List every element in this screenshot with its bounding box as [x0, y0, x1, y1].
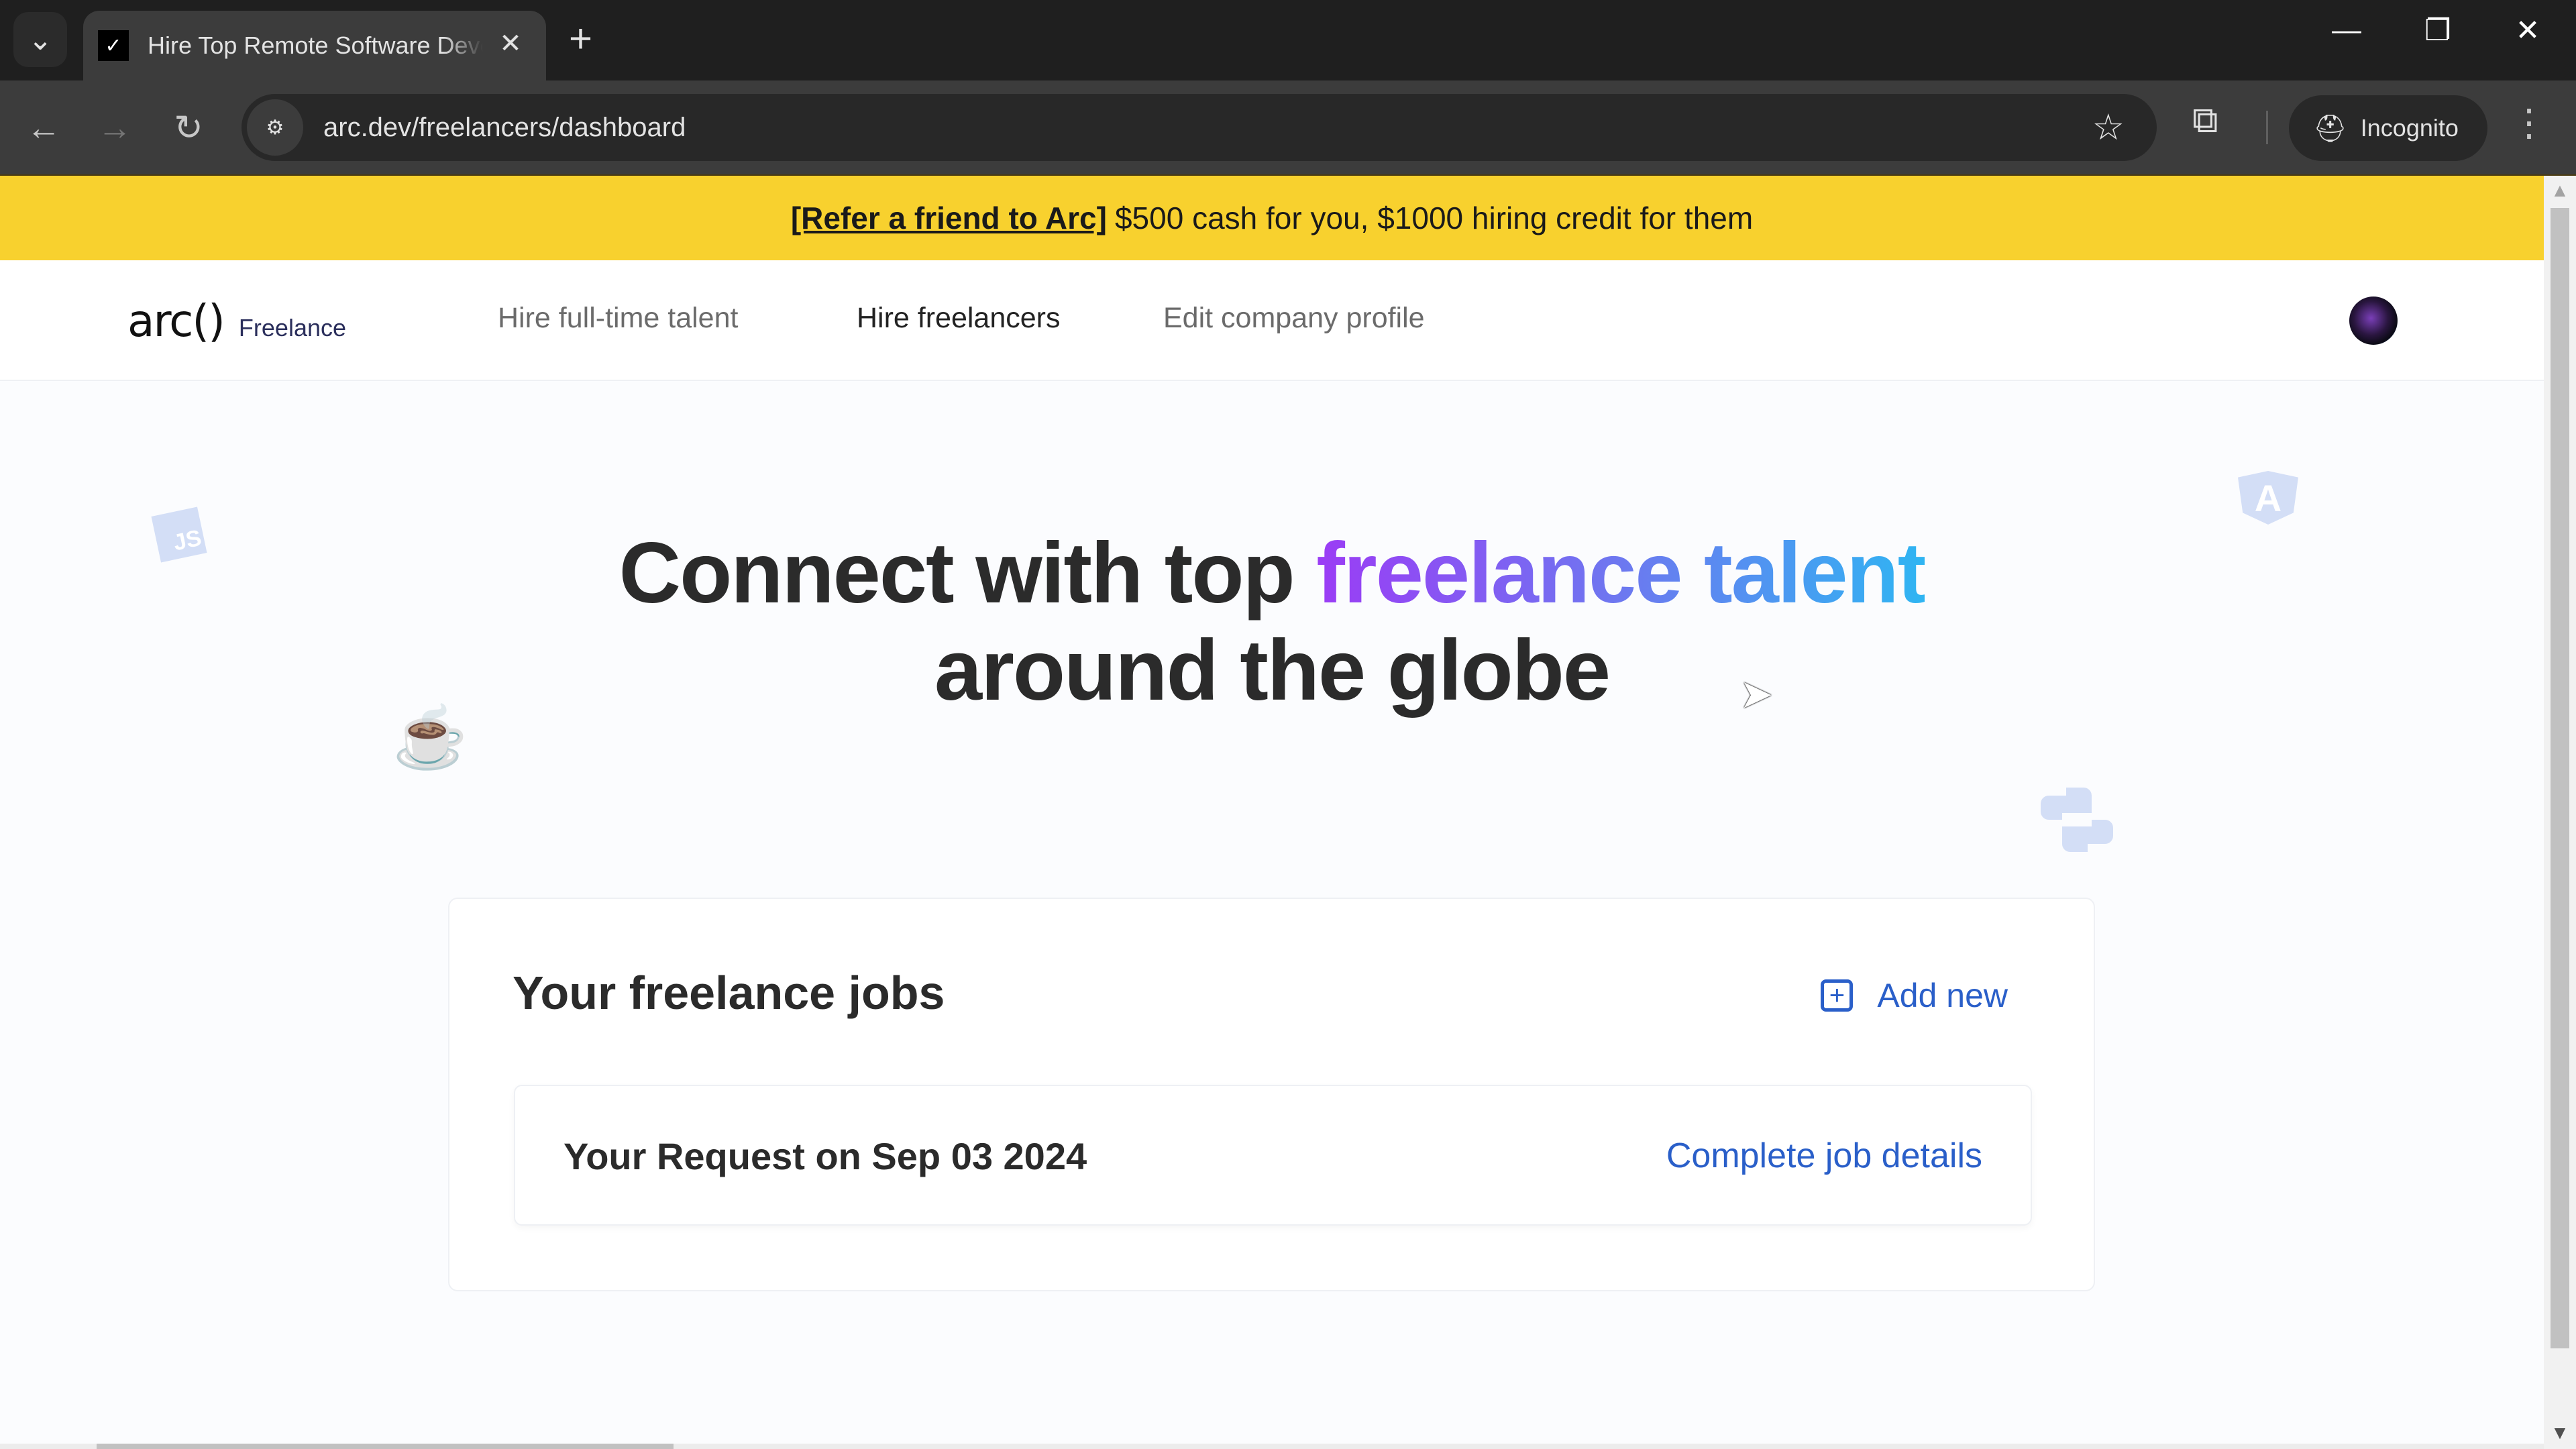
incognito-label: Incognito [2360, 114, 2459, 142]
toolbar-divider [2266, 111, 2268, 144]
python-logo-icon [2039, 786, 2114, 853]
nav-edit-company-profile[interactable]: Edit company profile [1163, 302, 1425, 335]
browser-menu-icon[interactable]: ⋮ [2509, 101, 2549, 145]
arc-logo[interactable]: arc() Freelance [127, 295, 346, 347]
new-tab-button[interactable]: + [569, 15, 592, 63]
angular-logo-icon: A [2238, 471, 2298, 525]
restore-button[interactable]: ❐ [2411, 13, 2465, 48]
site-header: arc() Freelance Hire full-time talent Hi… [0, 260, 2544, 381]
freelance-jobs-card: Your freelance jobs + Add new Your Reque… [448, 898, 2095, 1291]
forward-button[interactable]: → [91, 105, 138, 152]
mouse-cursor-icon: ➤ [1739, 672, 1774, 716]
page-viewport: [Refer a friend to Arc] $500 cash for yo… [0, 176, 2544, 1449]
logo-subtitle: Freelance [238, 314, 347, 341]
extensions-icon[interactable]: ⧉ [2192, 99, 2218, 142]
browser-tab-strip: ⌄ ✓ Hire Top Remote Software Developers … [0, 0, 2576, 80]
complete-job-details-link[interactable]: Complete job details [1666, 1136, 1982, 1176]
url-text[interactable]: arc.dev/freelancers/dashboard [323, 113, 686, 143]
back-button[interactable]: ← [20, 105, 67, 152]
scroll-down-arrow-icon[interactable]: ▼ [2544, 1422, 2576, 1444]
minimize-button[interactable]: — [2320, 13, 2373, 47]
tab-search-button[interactable]: ⌄ [13, 12, 67, 67]
horizontal-scrollbar[interactable] [0, 1444, 2544, 1449]
tab-close-icon[interactable]: ✕ [494, 28, 527, 59]
tab-title: Hire Top Remote Software Developers [148, 32, 483, 59]
incognito-icon: ⛑ [2313, 113, 2347, 144]
scroll-up-arrow-icon[interactable]: ▲ [2544, 180, 2576, 201]
job-request-title: Your Request on Sep 03 2024 [564, 1135, 1087, 1177]
hero-highlight: freelance talent [1316, 525, 1926, 621]
referral-banner: [Refer a friend to Arc] $500 cash for yo… [0, 176, 2544, 260]
horizontal-scrollbar-thumb[interactable] [97, 1444, 674, 1449]
referral-message: $500 cash for you, $1000 hiring credit f… [1114, 201, 1754, 235]
jobs-section-title: Your freelance jobs [513, 967, 945, 1019]
hero-line1-plain: Connect with top [619, 525, 1317, 621]
browser-tab-active[interactable]: ✓ Hire Top Remote Software Developers ✕ [83, 11, 546, 80]
hero-heading: Connect with top freelance talent around… [0, 525, 2544, 719]
job-list-item: Your Request on Sep 03 2024 Complete job… [514, 1085, 2032, 1226]
logo-mark: arc() [127, 295, 225, 347]
add-new-label: Add new [1877, 977, 2008, 1014]
user-avatar[interactable] [2349, 297, 2398, 345]
site-info-icon[interactable]: ⚙ [247, 99, 303, 156]
scrollbar-thumb[interactable] [2551, 208, 2569, 1348]
add-new-job-button[interactable]: + Add new [1821, 976, 2008, 1015]
incognito-badge[interactable]: ⛑ Incognito [2289, 95, 2487, 161]
close-window-button[interactable]: ✕ [2501, 13, 2555, 48]
refer-friend-link[interactable]: [Refer a friend to Arc] [791, 200, 1107, 236]
nav-hire-freelancers[interactable]: Hire freelancers [857, 302, 1061, 335]
arc-favicon-icon: ✓ [98, 30, 129, 61]
plus-square-icon: + [1821, 979, 1854, 1012]
hero-line2: around the globe [934, 623, 1611, 718]
chevron-down-icon: ⌄ [28, 23, 53, 56]
nav-hire-full-time[interactable]: Hire full-time talent [498, 302, 738, 335]
browser-toolbar: ← → ↻ ⚙ arc.dev/freelancers/dashboard ☆ … [0, 80, 2576, 176]
bookmark-star-icon[interactable]: ☆ [2092, 106, 2125, 148]
vertical-scrollbar[interactable]: ▲ ▼ [2544, 176, 2576, 1449]
address-bar[interactable]: ⚙ arc.dev/freelancers/dashboard ☆ [241, 94, 2157, 161]
reload-button[interactable]: ↻ [165, 105, 212, 152]
